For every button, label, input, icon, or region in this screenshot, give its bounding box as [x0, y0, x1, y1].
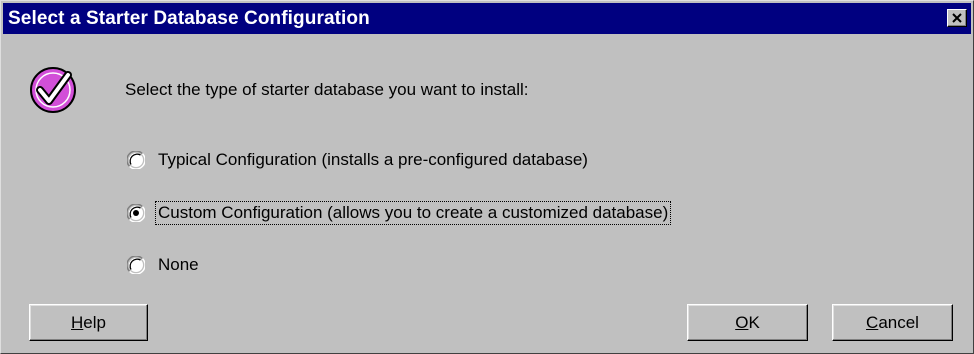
dialog-window: Select a Starter Database Configuration …: [0, 0, 974, 354]
help-mnemonic: H: [71, 313, 84, 332]
title-bar: Select a Starter Database Configuration: [3, 3, 971, 34]
ok-button[interactable]: OK: [687, 304, 808, 341]
radio-label: Typical Configuration (installs a pre-co…: [158, 150, 588, 169]
cancel-mnemonic: C: [866, 313, 879, 332]
radio-typical-configuration[interactable]: Typical Configuration (installs a pre-co…: [127, 148, 590, 172]
ok-mnemonic: O: [735, 313, 749, 332]
help-button[interactable]: Help: [29, 304, 148, 341]
radio-button-unchecked[interactable]: [127, 151, 145, 169]
radio-label: Custom Configuration (allows you to crea…: [154, 201, 672, 225]
radio-button-checked[interactable]: [127, 204, 145, 222]
radio-button-unchecked[interactable]: [127, 256, 145, 274]
radio-none[interactable]: None: [127, 253, 201, 277]
close-button[interactable]: [947, 9, 967, 27]
ok-label: K: [748, 313, 760, 332]
cancel-label: ancel: [878, 313, 919, 332]
help-label: elp: [83, 313, 106, 332]
instruction-text: Select the type of starter database you …: [125, 80, 529, 99]
checkmark-icon: [28, 65, 78, 120]
radio-custom-configuration[interactable]: Custom Configuration (allows you to crea…: [127, 201, 672, 225]
radio-label: None: [158, 255, 199, 274]
dialog-title: Select a Starter Database Configuration: [8, 8, 370, 29]
cancel-button[interactable]: Cancel: [832, 304, 953, 341]
